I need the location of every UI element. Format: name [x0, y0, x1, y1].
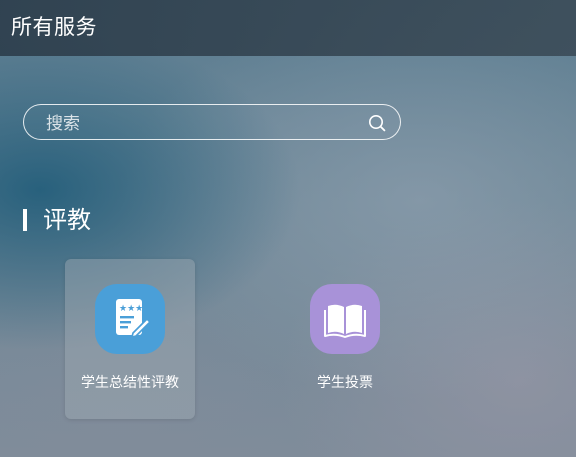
header-bar: 所有服务 [0, 0, 576, 56]
evaluation-form-icon: ★★★ [95, 284, 165, 354]
service-tile-student-voting[interactable]: 学生投票 [280, 259, 410, 419]
search-box[interactable] [23, 104, 401, 140]
all-services-page: 所有服务 评教 ★★★ 学生总结性评教 [0, 0, 576, 457]
svg-text:★★★: ★★★ [119, 304, 143, 314]
tile-label: 学生投票 [317, 375, 373, 391]
search-input[interactable] [44, 111, 358, 137]
section-title: 评教 [43, 206, 91, 234]
search-icon[interactable] [368, 114, 386, 132]
page-title: 所有服务 [11, 15, 97, 39]
open-book-icon [310, 284, 380, 354]
section-accent-bar [23, 209, 27, 231]
tile-label: 学生总结性评教 [81, 375, 179, 391]
service-tile-summative-evaluation[interactable]: ★★★ 学生总结性评教 [65, 259, 195, 419]
